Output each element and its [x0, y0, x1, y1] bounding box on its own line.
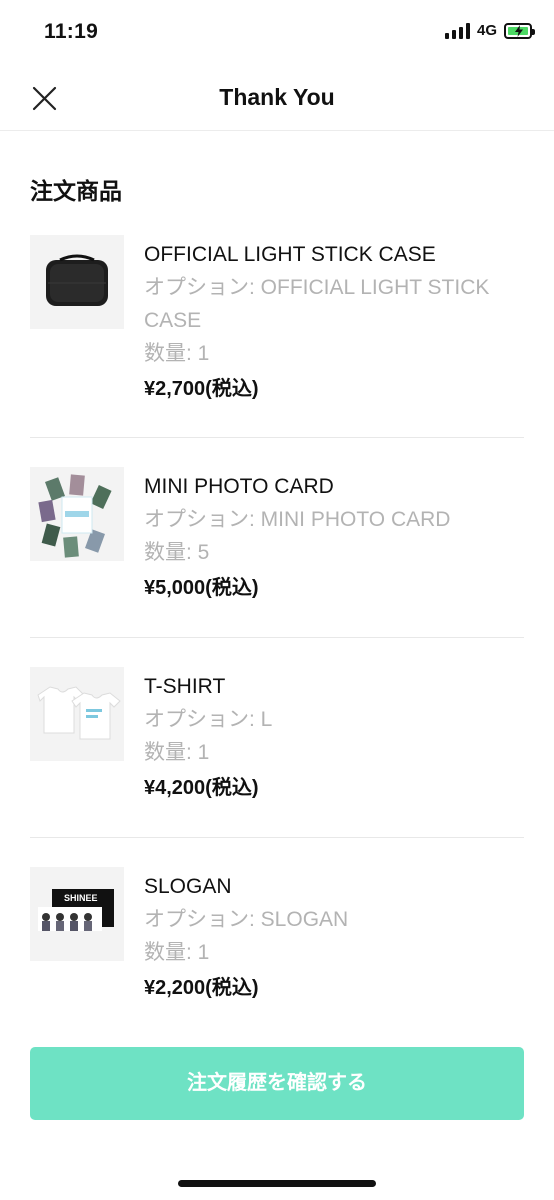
- item-option: オプション: MINI PHOTO CARD: [144, 508, 451, 531]
- item-option: オプション: SLOGAN: [144, 908, 349, 931]
- item-name: SLOGAN: [144, 875, 232, 898]
- item-info: SLOGAN オプション: SLOGAN 数量: 1 ¥2,200(税込): [144, 871, 524, 1007]
- svg-text:SHINEE: SHINEE: [64, 893, 98, 903]
- product-image-light-stick-case: [30, 235, 124, 329]
- item-option: オプション: L: [144, 708, 273, 731]
- divider: [30, 437, 524, 438]
- battery-charging-icon: [504, 22, 535, 39]
- item-info: MINI PHOTO CARD オプション: MINI PHOTO CARD 数…: [144, 471, 524, 607]
- item-price: ¥4,200(税込): [144, 777, 259, 799]
- status-bar: 11:19 4G: [0, 0, 554, 68]
- home-indicator: [178, 1180, 376, 1187]
- status-indicators: 4G: [444, 22, 535, 39]
- item-info: OFFICIAL LIGHT STICK CASE オプション: OFFICIA…: [144, 239, 524, 408]
- view-order-history-button[interactable]: 注文履歴を確認する: [30, 1047, 524, 1120]
- product-image-t-shirt: [30, 667, 124, 761]
- section-title: 注文商品: [30, 178, 122, 204]
- item-name: T-SHIRT: [144, 675, 226, 698]
- header: Thank You: [0, 68, 554, 131]
- item-option: オプション: OFFICIAL LIGHT STICK CASE: [144, 276, 490, 332]
- product-image-slogan: SHINEE: [30, 867, 124, 961]
- item-quantity: 数量: 1: [144, 342, 210, 365]
- item-price: ¥2,700(税込): [144, 378, 259, 400]
- item-info: T-SHIRT オプション: L 数量: 1 ¥4,200(税込): [144, 671, 524, 807]
- divider: [30, 837, 524, 838]
- page-title: Thank You: [219, 84, 335, 110]
- item-quantity: 数量: 1: [144, 941, 210, 964]
- item-price: ¥5,000(税込): [144, 577, 259, 599]
- product-image-mini-photo-card: [30, 467, 124, 561]
- item-price: ¥2,200(税込): [144, 977, 259, 999]
- item-quantity: 数量: 1: [144, 741, 210, 764]
- item-quantity: 数量: 5: [144, 541, 210, 564]
- item-name: OFFICIAL LIGHT STICK CASE: [144, 243, 436, 266]
- status-time: 11:19: [44, 20, 99, 43]
- item-name: MINI PHOTO CARD: [144, 475, 334, 498]
- signal-icon: [444, 22, 470, 39]
- divider: [30, 637, 524, 638]
- network-label: 4G: [476, 22, 497, 39]
